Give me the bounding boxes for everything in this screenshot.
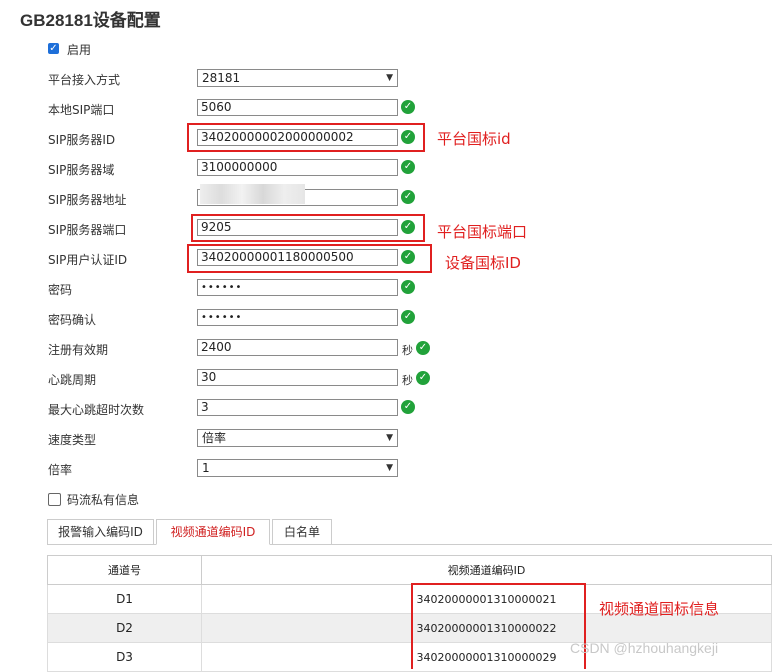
page-title: GB28181设备配置 [20,11,161,30]
check-ok-icon: ✓ [401,310,415,324]
max-timeout-label: 最大心跳超时次数 [48,403,145,417]
annotation-channel-info: 视频通道国标信息 [599,600,720,618]
check-ok-icon: ✓ [401,100,415,114]
tab-video-channel-id[interactable]: 视频通道编码ID [156,519,270,545]
user-auth-id-label: SIP用户认证ID [48,253,128,267]
chevron-down-icon: ▼ [386,73,393,83]
check-ok-icon: ✓ [401,160,415,174]
cell-channel: D1 [47,584,202,614]
password-confirm-label: 密码确认 [48,313,97,327]
rate-select[interactable]: 1 ▼ [197,459,398,477]
highlight-box [411,583,586,669]
highlight-box [187,123,425,152]
server-domain-input[interactable]: 3100000000 [197,159,398,176]
private-info-label: 码流私有信息 [67,493,140,507]
access-mode-value: 28181 [202,71,241,85]
password-confirm-input[interactable]: •••••• [197,309,398,326]
check-ok-icon: ✓ [401,280,415,294]
server-address-label: SIP服务器地址 [48,193,127,207]
rate-label: 倍率 [48,463,73,477]
highlight-box [187,244,432,273]
heartbeat-label: 心跳周期 [48,373,97,387]
enable-checkbox[interactable]: ✓ [48,43,59,54]
header-video-id: 视频通道编码ID [201,555,772,585]
annotation-device-id: 设备国标ID [445,254,521,272]
watermark: CSDN @hzhouhangkeji [570,640,719,656]
heartbeat-input[interactable]: 30 [197,369,398,386]
redacted-blur [200,184,305,204]
private-info-checkbox[interactable] [48,493,61,506]
unit-seconds: 秒 [402,344,413,357]
access-mode-select[interactable]: 28181 ▼ [197,69,398,87]
enable-label: 启用 [67,43,92,57]
max-timeout-input[interactable]: 3 [197,399,398,416]
annotation-server-port: 平台国标端口 [437,223,528,241]
tab-label: 报警输入编码ID [58,525,143,539]
tab-label: 视频通道编码ID [170,525,256,539]
header-channel: 通道号 [47,555,202,585]
cell-channel: D2 [47,613,202,643]
speed-type-select[interactable]: 倍率 ▼ [197,429,398,447]
highlight-box [191,214,425,242]
check-ok-icon: ✓ [401,400,415,414]
tab-whitelist[interactable]: 白名单 [272,519,332,544]
password-input[interactable]: •••••• [197,279,398,296]
table-header-row: 通道号 视频通道编码ID [47,555,772,585]
annotation-server-id: 平台国标id [437,130,511,148]
server-domain-label: SIP服务器域 [48,163,115,177]
local-port-input[interactable]: 5060 [197,99,398,116]
chevron-down-icon: ▼ [386,433,393,443]
local-port-label: 本地SIP端口 [48,103,115,117]
speed-type-value: 倍率 [202,431,227,445]
speed-type-label: 速度类型 [48,433,97,447]
check-ok-icon: ✓ [416,341,430,355]
chevron-down-icon: ▼ [386,463,393,473]
server-id-label: SIP服务器ID [48,133,116,147]
rate-value: 1 [202,461,210,475]
access-mode-label: 平台接入方式 [48,73,121,87]
password-label: 密码 [48,283,73,297]
register-valid-label: 注册有效期 [48,343,109,357]
check-ok-icon: ✓ [401,190,415,204]
cell-channel: D3 [47,642,202,672]
register-valid-input[interactable]: 2400 [197,339,398,356]
tab-label: 白名单 [283,525,320,539]
unit-seconds: 秒 [402,374,413,387]
check-ok-icon: ✓ [416,371,430,385]
server-port-label: SIP服务器端口 [48,223,127,237]
tab-alarm-input-id[interactable]: 报警输入编码ID [47,519,154,544]
